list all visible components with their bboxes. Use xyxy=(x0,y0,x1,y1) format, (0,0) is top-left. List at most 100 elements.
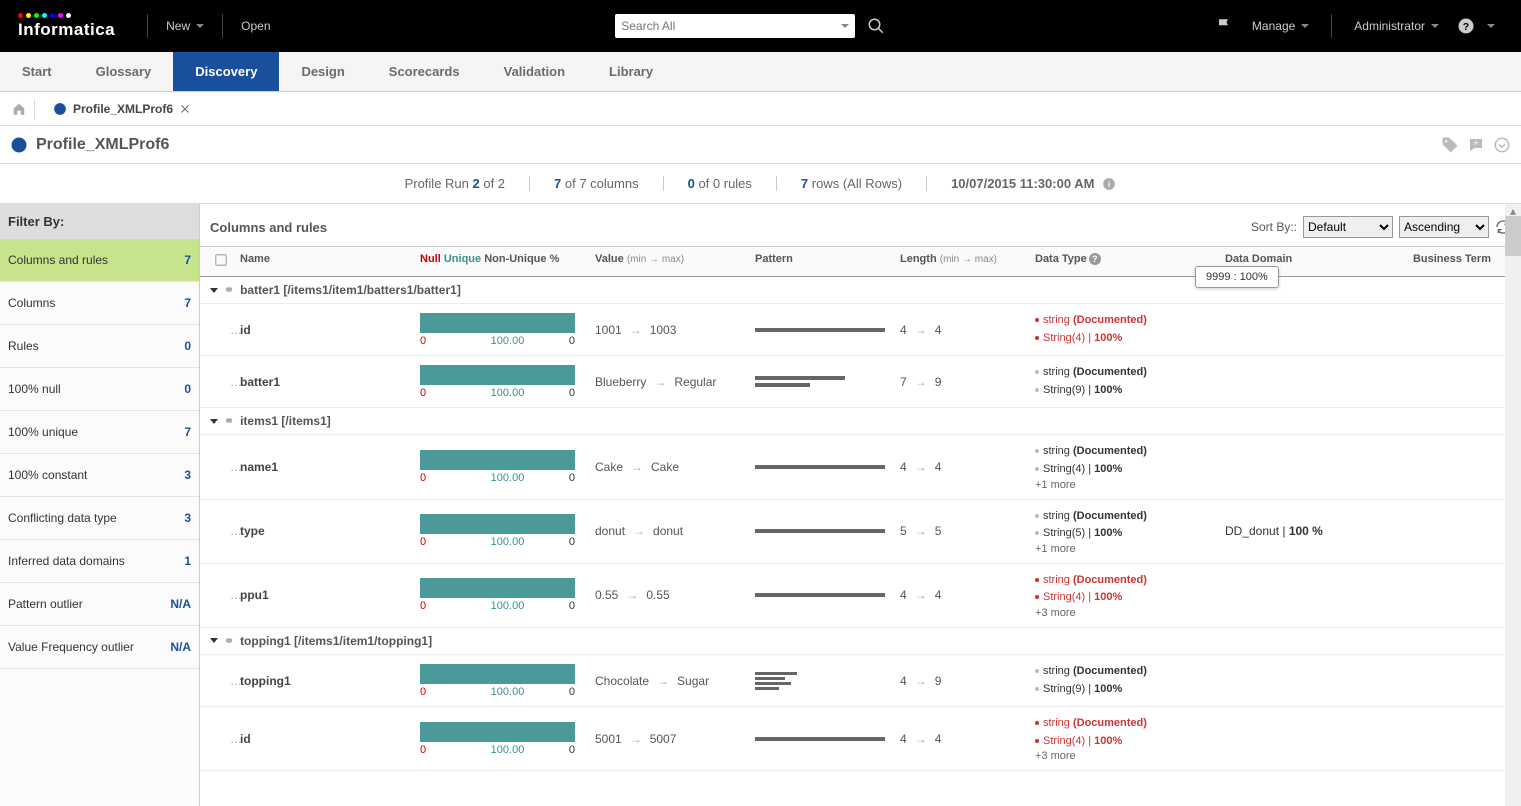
filter-item[interactable]: 100% constant3 xyxy=(0,454,199,497)
main-title: Columns and rules xyxy=(210,220,327,235)
unique-bar xyxy=(420,514,575,534)
unique-bar xyxy=(420,578,575,598)
navtab-design[interactable]: Design xyxy=(279,52,366,91)
filter-item[interactable]: 100% null0 xyxy=(0,368,199,411)
table-row[interactable]: …id0100.0001001→10034→4string (Documente… xyxy=(200,304,1521,356)
table-row[interactable]: …name10100.000Cake→Cake4→4string (Docume… xyxy=(200,435,1521,499)
col-name-header[interactable]: Name xyxy=(240,253,420,270)
manage-menu[interactable]: Manage xyxy=(1238,19,1323,33)
navtab-start[interactable]: Start xyxy=(0,52,74,91)
unique-bar xyxy=(420,365,575,385)
sort-order-select[interactable]: Ascending xyxy=(1399,216,1489,238)
collapse-icon[interactable] xyxy=(210,419,218,424)
administrator-menu[interactable]: Administrator xyxy=(1340,19,1453,33)
open-button[interactable]: Open xyxy=(227,19,284,33)
logo: Informatica xyxy=(18,13,115,40)
navtabs: StartGlossaryDiscoveryDesignScorecardsVa… xyxy=(0,52,1521,92)
pattern-chart xyxy=(755,529,900,533)
table-row[interactable]: …batter10100.000Blueberry→Regular7→9stri… xyxy=(200,356,1521,408)
row-name: id xyxy=(240,323,420,337)
navtab-validation[interactable]: Validation xyxy=(482,52,587,91)
more-link[interactable]: +3 more xyxy=(1035,750,1225,762)
table-row[interactable]: …type0100.000donut→donut5→5string (Docum… xyxy=(200,500,1521,564)
col-null-header[interactable]: Null Unique Non-Unique % xyxy=(420,253,595,270)
row-handle[interactable]: … xyxy=(200,588,240,602)
col-term-header[interactable]: Business Term xyxy=(1380,253,1521,270)
navtab-discovery[interactable]: Discovery xyxy=(173,52,279,91)
row-handle[interactable]: … xyxy=(200,375,240,389)
row-handle[interactable]: … xyxy=(200,323,240,337)
row-handle[interactable]: … xyxy=(200,674,240,688)
table-row[interactable]: …ppu10100.0000.55→0.554→4string (Documen… xyxy=(200,564,1521,628)
svg-text:i: i xyxy=(1108,179,1110,188)
pattern-chart xyxy=(755,465,900,469)
caret-down-icon[interactable] xyxy=(1487,24,1495,28)
help-icon[interactable]: ? xyxy=(1089,253,1101,265)
col-value-header[interactable]: Value (min → max) xyxy=(595,253,755,270)
sort-field-select[interactable]: Default xyxy=(1303,216,1393,238)
tag-icon[interactable] xyxy=(1441,136,1459,154)
options-icon[interactable] xyxy=(1493,136,1511,154)
row-handle[interactable]: … xyxy=(200,524,240,538)
filter-label: Columns xyxy=(8,296,55,310)
filter-item[interactable]: Rules0 xyxy=(0,325,199,368)
length-range: 4→4 xyxy=(900,588,1035,602)
search-input[interactable] xyxy=(621,19,849,33)
logo-dots xyxy=(18,13,115,18)
filter-count: 1 xyxy=(184,554,191,568)
home-icon[interactable] xyxy=(12,102,26,116)
more-link[interactable]: +3 more xyxy=(1035,607,1225,619)
filter-item[interactable]: Pattern outlierN/A xyxy=(0,583,199,626)
filter-item[interactable]: Value Frequency outlierN/A xyxy=(0,626,199,669)
pattern-chart xyxy=(755,737,900,741)
filter-item[interactable]: 100% unique7 xyxy=(0,411,199,454)
filter-label: Conflicting data type xyxy=(8,511,117,525)
navtab-glossary[interactable]: Glossary xyxy=(74,52,174,91)
collapse-icon[interactable] xyxy=(210,638,218,643)
row-name: type xyxy=(240,524,420,538)
caret-down-icon xyxy=(1301,24,1309,28)
datatype-cell: string (Documented)String(9) | 100% xyxy=(1035,663,1225,698)
more-link[interactable]: +1 more xyxy=(1035,479,1225,491)
flag-icon[interactable] xyxy=(1216,17,1234,35)
datatype-cell: string (Documented)String(4) | 100%+3 mo… xyxy=(1035,572,1225,619)
search-icon[interactable] xyxy=(867,17,885,35)
logo-text: Informatica xyxy=(18,20,115,40)
row-handle[interactable]: … xyxy=(200,460,240,474)
col-pattern-header[interactable]: Pattern xyxy=(755,253,900,270)
group-header[interactable]: ⚭batter1 [/items1/item1/batters1/batter1… xyxy=(200,277,1521,304)
table-row[interactable]: …id0100.0005001→50074→4string (Documente… xyxy=(200,707,1521,771)
row-handle[interactable]: … xyxy=(200,732,240,746)
filter-item[interactable]: Conflicting data type 3 xyxy=(0,497,199,540)
search-dropdown-icon[interactable] xyxy=(841,24,849,28)
filter-item[interactable]: Columns7 xyxy=(0,282,199,325)
caret-down-icon xyxy=(196,24,204,28)
more-link[interactable]: +1 more xyxy=(1035,543,1225,555)
table-row[interactable]: …topping10100.000Chocolate→Sugar4→9strin… xyxy=(200,655,1521,707)
datatype-tooltip: 9999 : 100% xyxy=(1195,266,1279,288)
checkbox-all[interactable] xyxy=(214,253,228,267)
filter-item[interactable]: Columns and rules7 xyxy=(0,239,199,282)
help-icon[interactable]: ? xyxy=(1457,17,1475,35)
comment-icon[interactable]: + xyxy=(1467,136,1485,154)
filter-item[interactable]: Inferred data domains1 xyxy=(0,540,199,583)
close-icon[interactable] xyxy=(179,103,191,115)
group-header[interactable]: ⚭items1 [/items1] xyxy=(200,408,1521,435)
navtab-scorecards[interactable]: Scorecards xyxy=(367,52,482,91)
pattern-chart xyxy=(755,593,900,597)
info-icon[interactable]: i xyxy=(1102,177,1116,191)
search-box[interactable] xyxy=(615,14,855,38)
pattern-chart xyxy=(755,376,900,387)
summary-bar: Profile Run 2 of 2 7 of 7 columns 0 of 0… xyxy=(0,164,1521,204)
navtab-library[interactable]: Library xyxy=(587,52,675,91)
group-header[interactable]: ⚭topping1 [/items1/item1/topping1] xyxy=(200,628,1521,655)
sortby-label: Sort By:: xyxy=(1251,220,1297,234)
filter-count: 3 xyxy=(184,511,191,525)
datatype-cell: string (Documented)String(4) | 100%+1 mo… xyxy=(1035,443,1225,490)
breadcrumb-tab[interactable]: Profile_XMLProf6 xyxy=(43,102,201,116)
datatype-cell: string (Documented)String(5) | 100%+1 mo… xyxy=(1035,508,1225,555)
col-length-header[interactable]: Length (min → max) xyxy=(900,253,1035,270)
vertical-scrollbar[interactable]: ▴ xyxy=(1505,204,1521,806)
collapse-icon[interactable] xyxy=(210,288,218,293)
new-menu[interactable]: New xyxy=(152,19,218,33)
